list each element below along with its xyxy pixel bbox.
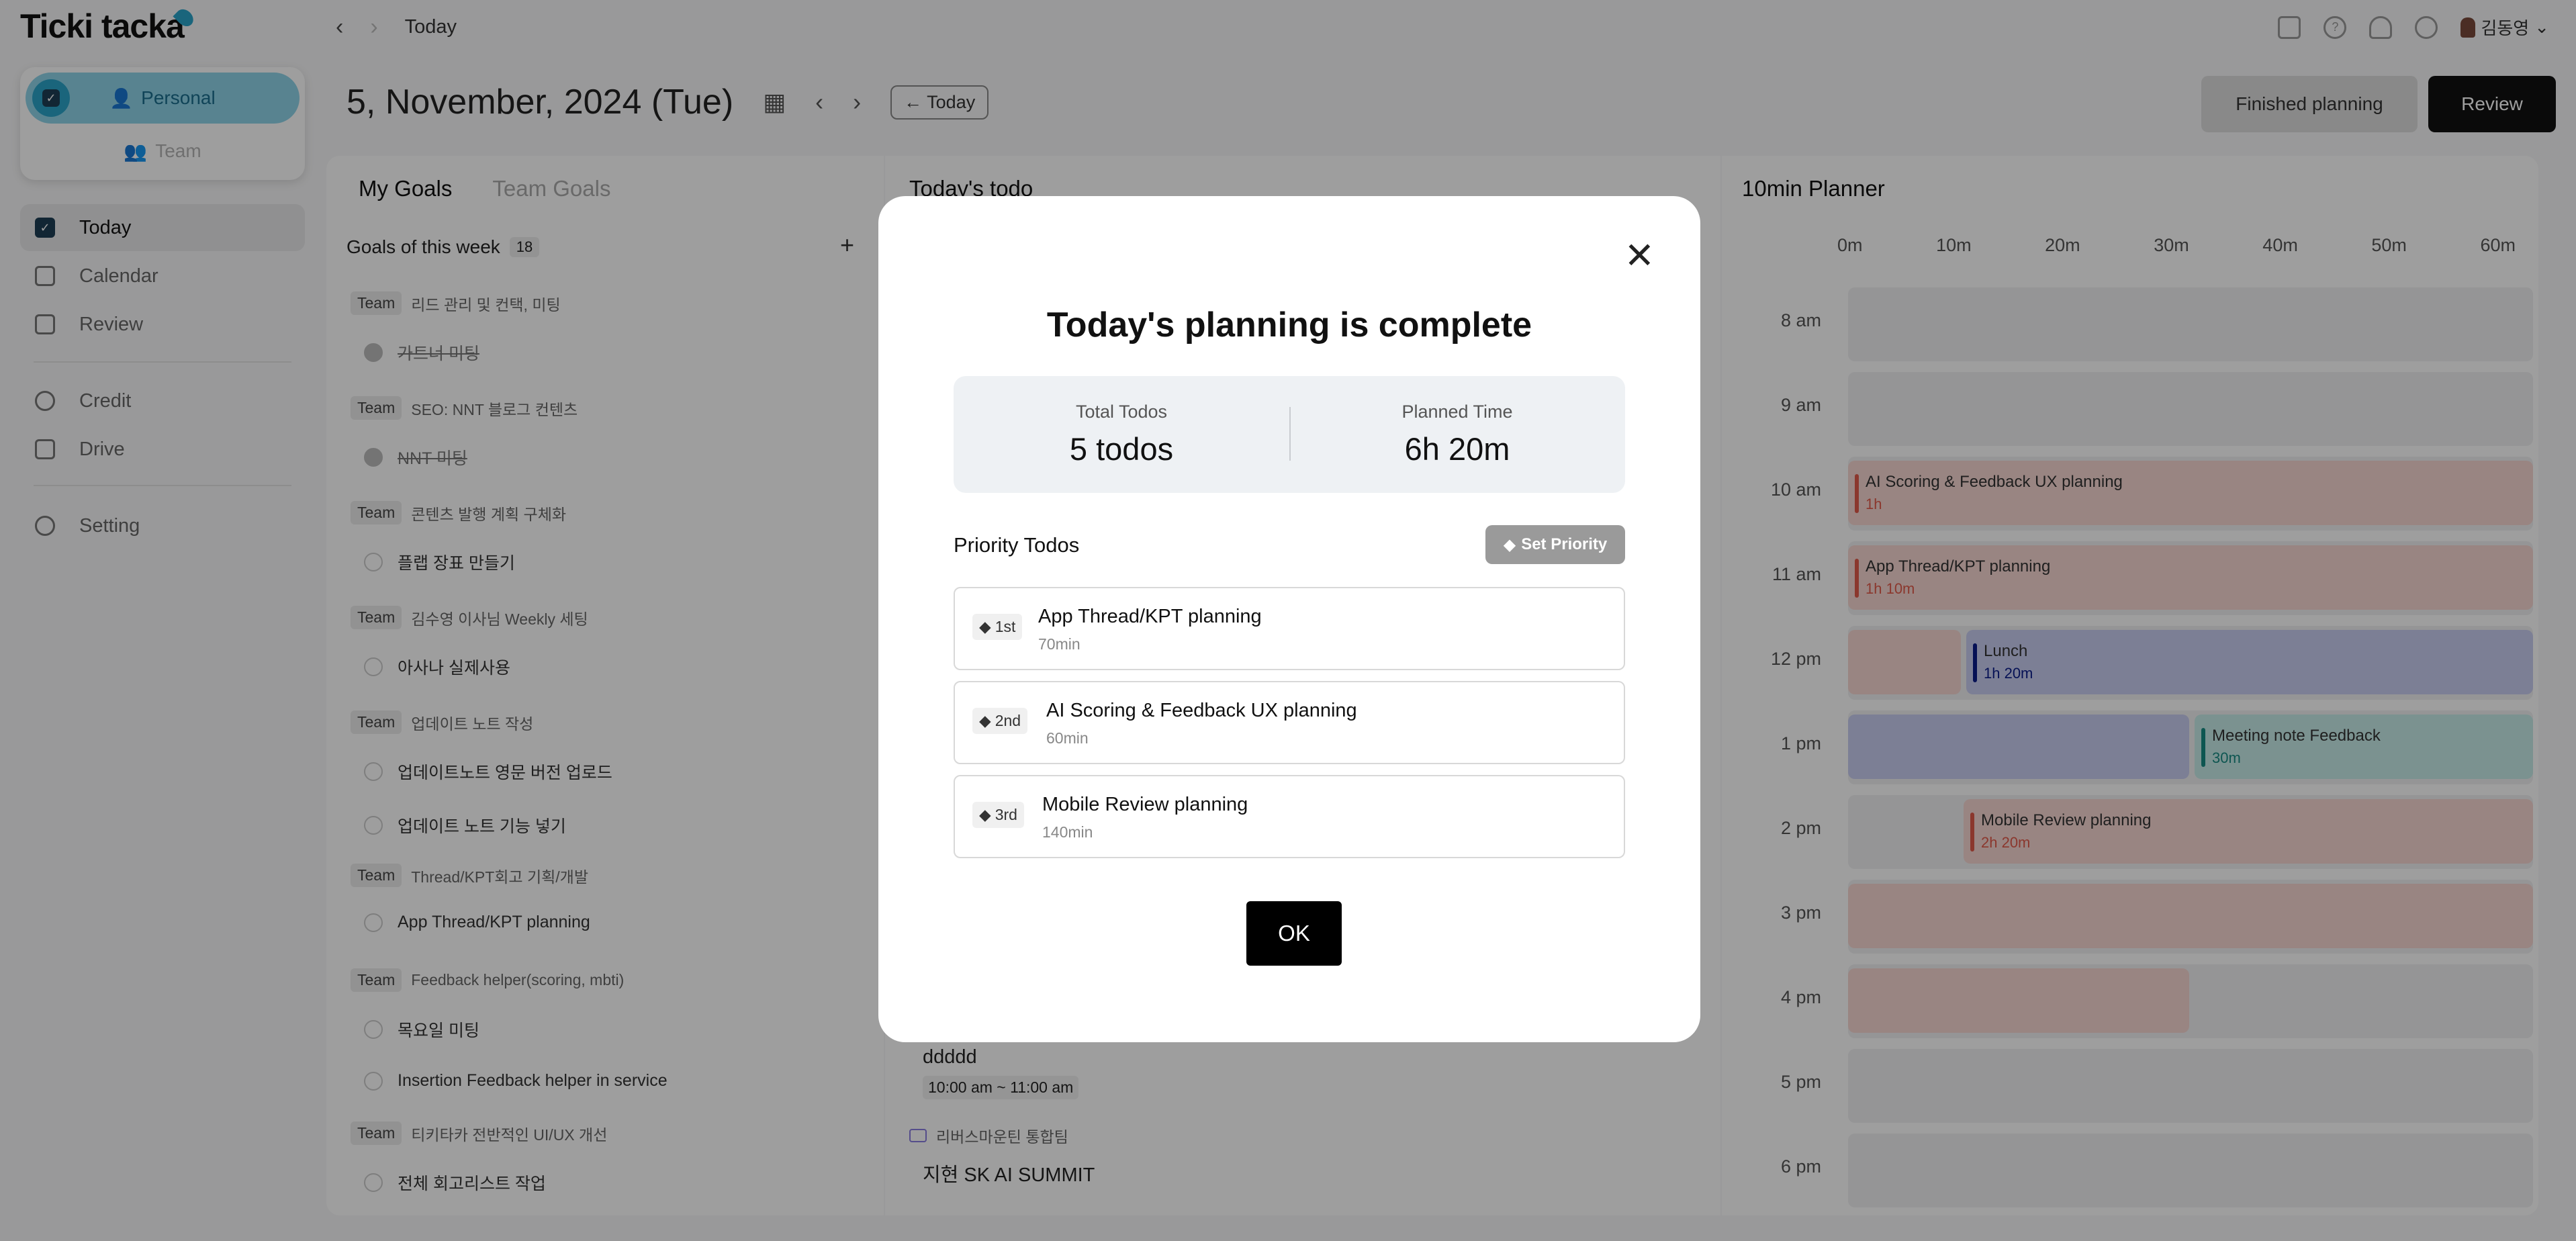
gem-icon: ◆ xyxy=(1503,535,1516,554)
stat-value: 6h 20m xyxy=(1404,431,1510,467)
close-icon[interactable]: ✕ xyxy=(1624,238,1655,274)
gem-icon: ◆ xyxy=(979,806,991,823)
priority-todo-card[interactable]: ◆ 2nd AI Scoring & Feedback UX planning 6… xyxy=(954,681,1625,764)
planning-stats: Total Todos 5 todos Planned Time 6h 20m xyxy=(954,376,1625,493)
priority-todo-minutes: 140min xyxy=(1042,823,1093,841)
gem-icon: ◆ xyxy=(979,618,991,635)
stat-value: 5 todos xyxy=(1069,431,1174,467)
stat-divider xyxy=(1289,407,1291,461)
priority-todo-minutes: 60min xyxy=(1046,729,1089,747)
modal-title: Today's planning is complete xyxy=(1046,306,1532,344)
priority-rank: 1st xyxy=(995,618,1016,635)
priority-todo-minutes: 70min xyxy=(1038,635,1080,653)
ok-button[interactable]: OK xyxy=(1246,901,1342,966)
priority-todo-card[interactable]: ◆ 3rd Mobile Review planning 140min xyxy=(954,775,1625,858)
set-priority-button[interactable]: ◆ Set Priority xyxy=(1485,525,1625,564)
priority-rank: 2nd xyxy=(995,712,1021,729)
priority-badge: ◆ 1st xyxy=(972,614,1023,640)
set-priority-label: Set Priority xyxy=(1521,535,1608,553)
priority-todo-name: Mobile Review planning xyxy=(1042,794,1248,815)
priority-todo-card[interactable]: ◆ 1st App Thread/KPT planning 70min xyxy=(954,587,1625,670)
planning-complete-modal: ✕ Today's planning is complete Total Tod… xyxy=(878,196,1700,1042)
priority-badge: ◆ 2nd xyxy=(972,708,1028,734)
priority-todo-name: App Thread/KPT planning xyxy=(1038,606,1262,627)
stat-label: Planned Time xyxy=(1401,402,1513,422)
priority-badge: ◆ 3rd xyxy=(972,802,1024,828)
stat-planned-time: Planned Time 6h 20m xyxy=(1289,376,1625,493)
stat-label: Total Todos xyxy=(1075,402,1168,422)
gem-icon: ◆ xyxy=(979,712,991,729)
priority-todo-name: AI Scoring & Feedback UX planning xyxy=(1046,700,1357,721)
priority-todos-title: Priority Todos xyxy=(954,533,1080,557)
stat-total-todos: Total Todos 5 todos xyxy=(954,376,1289,493)
priority-rank: 3rd xyxy=(995,806,1017,823)
